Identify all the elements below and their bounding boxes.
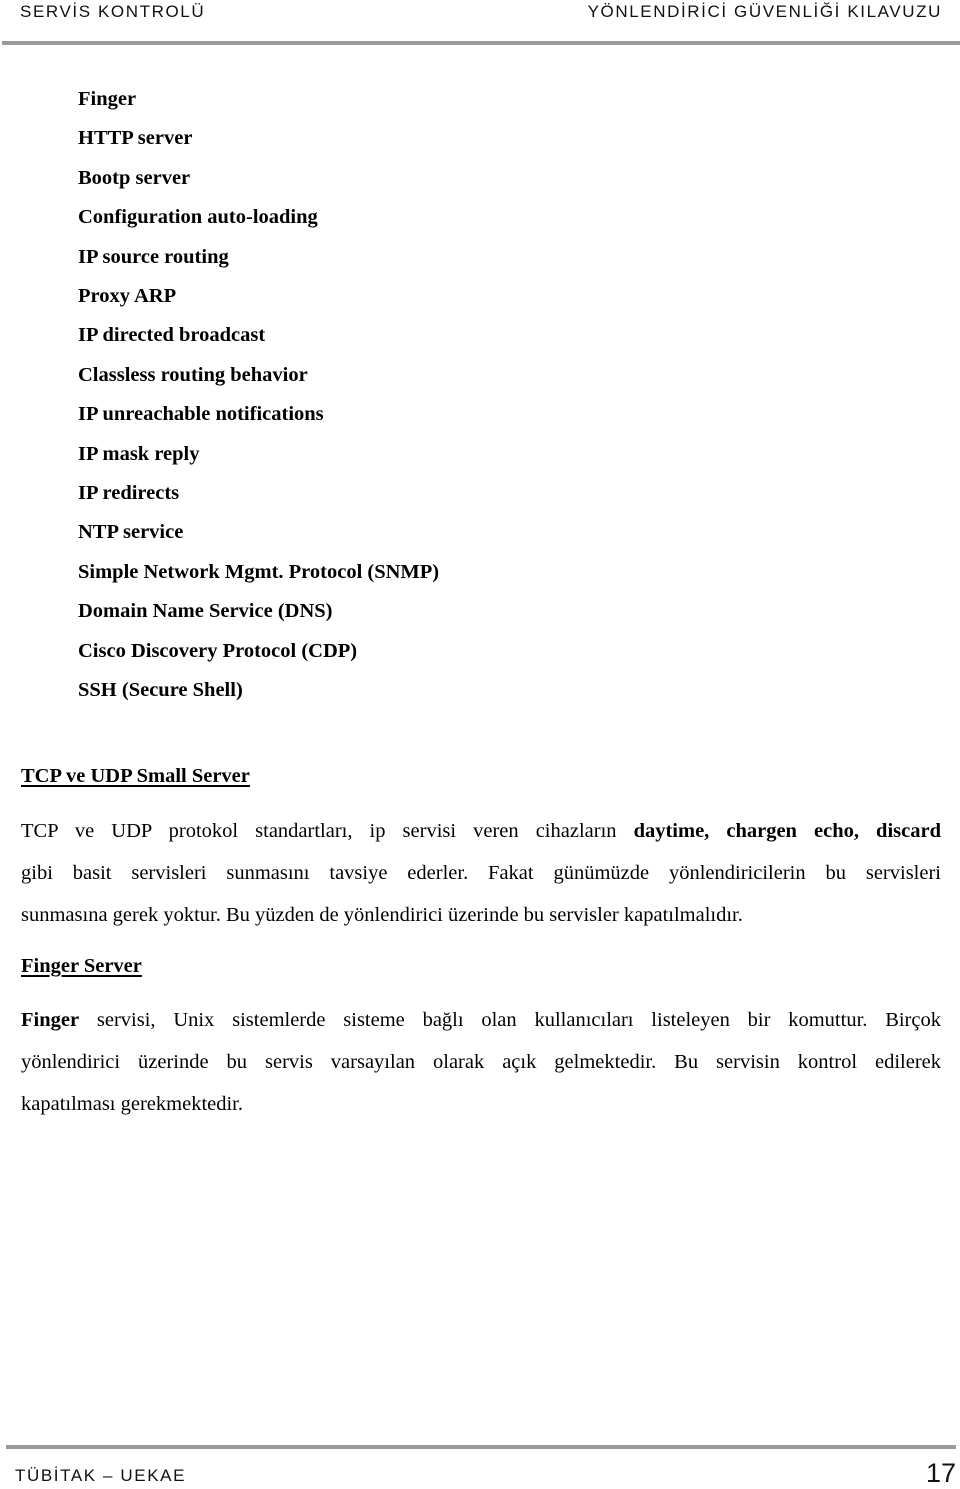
service-list-item: Bootp server (78, 166, 191, 189)
paragraph-text: TCP ve UDP protokol standartları, ip ser… (21, 820, 634, 842)
paragraph-line: kapatılması gerekmektedir. (21, 1093, 244, 1115)
running-header-chapter: SERVİS KONTROLÜ (20, 2, 206, 21)
service-list-item: Simple Network Mgmt. Protocol (SNMP) (78, 560, 440, 583)
service-list-item: IP redirects (78, 482, 180, 505)
service-list-item: SSH (Secure Shell) (78, 679, 243, 702)
service-list-item: NTP service (78, 521, 184, 544)
service-list-item: Configuration auto-loading (78, 206, 318, 229)
service-list-item: IP directed broadcast (78, 324, 266, 347)
paragraph-line: TCP ve UDP protokol standartları, ip ser… (21, 810, 941, 852)
service-list-item: Proxy ARP (78, 285, 177, 308)
service-list-item: Cisco Discovery Protocol (CDP) (78, 639, 358, 662)
service-list-item: IP mask reply (78, 442, 200, 465)
service-list-item: HTTP server (78, 127, 193, 150)
running-header-document-title: YÖNLENDİRİCİ GÜVENLİĞİ KILAVUZU (587, 2, 942, 21)
page-number: 17 (925, 1458, 956, 1488)
emphasized-service-names: daytime, chargen echo, discard (633, 820, 941, 842)
service-list-item: Classless routing behavior (78, 363, 308, 386)
paragraph-finger: Finger servisi, Unix sistemlerde sisteme… (21, 999, 941, 1125)
service-list-item: IP unreachable notifications (78, 403, 324, 426)
paragraph-tcp-udp: TCP ve UDP protokol standartları, ip ser… (21, 810, 941, 936)
paragraph-line: Finger servisi, Unix sistemlerde sisteme… (21, 999, 941, 1041)
section-heading-tcp-udp-small-server: TCP ve UDP Small Server (21, 765, 250, 787)
paragraph-line: sunmasına gerek yoktur. Bu yüzden de yön… (21, 904, 743, 926)
header-rule (2, 41, 960, 45)
paragraph-line: yönlendirici üzerinde bu servis varsayıl… (21, 1051, 941, 1073)
paragraph-line: gibi basit servisleri sunmasını tavsiye … (21, 862, 941, 884)
emphasized-term: Finger (21, 1009, 80, 1031)
service-list-item: Finger (78, 88, 137, 110)
service-list-item: Domain Name Service (DNS) (78, 600, 333, 623)
service-list: Finger HTTP server Bootp server Configur… (78, 80, 439, 711)
paragraph-text: servisi, Unix sistemlerde sisteme bağlı … (79, 1009, 941, 1031)
service-list-item: IP source routing (78, 245, 229, 268)
section-heading-finger-server: Finger Server (21, 955, 142, 977)
footer-rule (6, 1445, 956, 1449)
footer-organization: TÜBİTAK – UEKAE (15, 1466, 187, 1485)
